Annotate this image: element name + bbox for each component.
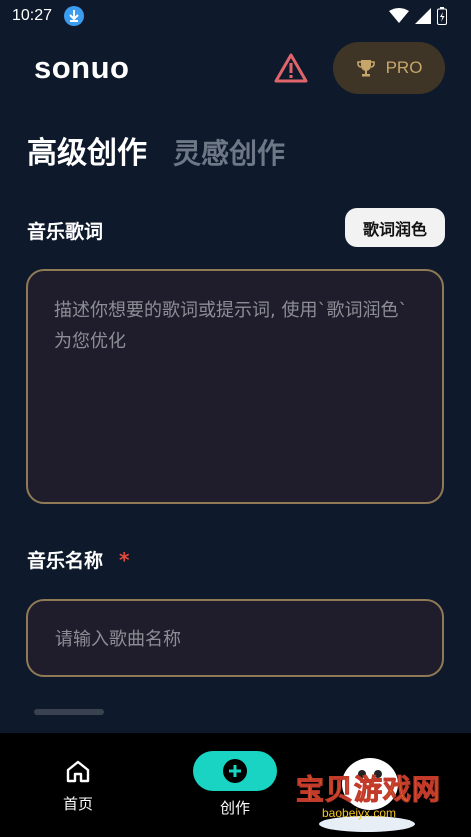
tab-inspiration-creation[interactable]: 灵感创作 [173,132,285,172]
creation-tabs: 高级创作 灵感创作 [27,128,285,172]
status-bar: 10:27 [0,0,471,34]
watermark-url: baobeiyx.com [322,806,397,820]
nav-create[interactable]: 创作 [193,751,277,818]
warning-icon[interactable] [273,52,309,88]
trophy-icon [356,60,375,77]
system-icons [389,7,447,25]
music-name-input[interactable]: 请输入歌曲名称 [26,599,444,677]
nav-home[interactable]: 首页 [50,759,106,814]
lyrics-textarea[interactable]: 描述你想要的歌词或提示词, 使用`歌词润色`为您优化 [26,269,444,504]
lyrics-polish-button[interactable]: 歌词润色 [345,208,445,247]
music-name-placeholder: 请输入歌曲名称 [55,629,181,650]
create-button[interactable] [193,751,277,791]
required-mark: * [119,548,130,572]
home-icon [66,760,90,783]
app-bar: sonuo PRO [0,40,471,100]
download-icon [64,6,84,26]
site-watermark: 宝贝游戏网 baobeiyx.com [292,744,442,832]
plus-circle-icon [223,759,247,783]
pro-label: PRO [385,58,423,77]
music-name-label-row: 音乐名称 * [27,546,129,573]
pro-button[interactable]: PRO [333,42,445,94]
status-time: 10:27 [12,7,53,24]
wifi-icon [389,8,409,23]
nav-create-label: 创作 [219,799,250,817]
next-section-label-faded [34,709,104,715]
watermark-title: 宝贝游戏网 [295,773,442,807]
lyrics-placeholder: 描述你想要的歌词或提示词, 使用`歌词润色`为您优化 [54,300,408,352]
tab-advanced-creation[interactable]: 高级创作 [27,128,147,172]
signal-icon [415,8,431,24]
app-logo: sonuo [34,50,130,85]
lyrics-label: 音乐歌词 [27,221,104,243]
nav-home-label: 首页 [62,795,93,813]
music-name-label: 音乐名称 [27,550,104,572]
battery-icon [437,7,447,25]
